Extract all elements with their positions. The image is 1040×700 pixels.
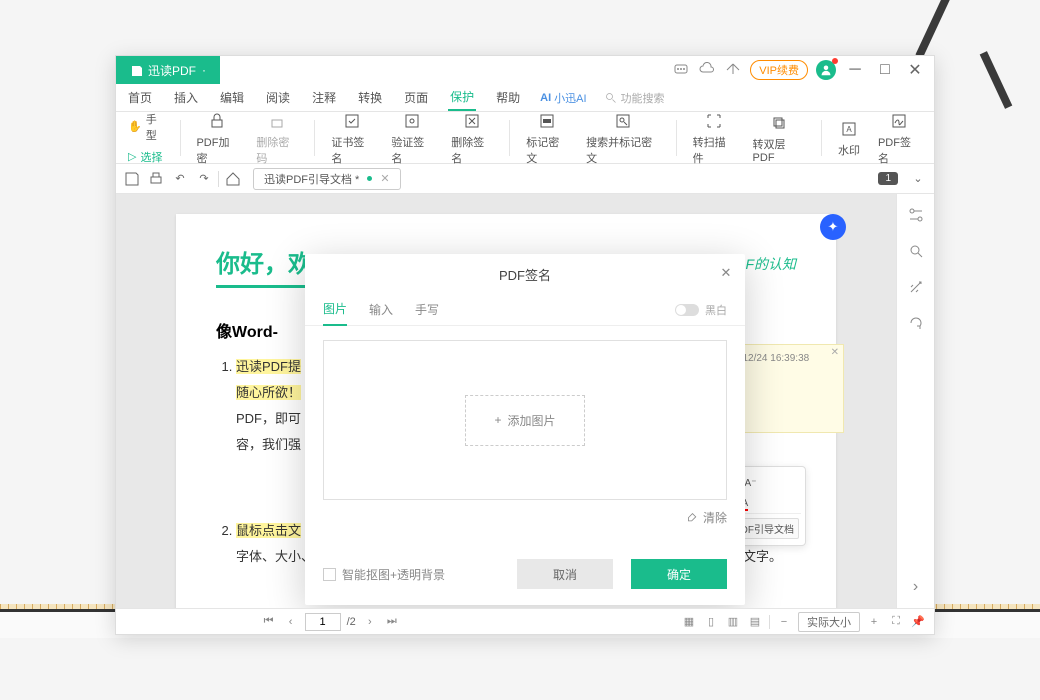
vip-button[interactable]: VIP续费: [750, 60, 808, 80]
cloud-icon[interactable]: [698, 61, 716, 79]
menu-protect[interactable]: 保护: [448, 84, 476, 111]
last-page-icon[interactable]: ⏭: [384, 614, 400, 630]
tool-cert-sign[interactable]: 证书签名: [325, 110, 379, 166]
first-page-icon[interactable]: ⏮: [261, 614, 277, 630]
modified-indicator: [367, 176, 372, 181]
app-name: 迅读PDF: [148, 62, 196, 79]
share-icon[interactable]: [724, 61, 742, 79]
tool-to-scan[interactable]: 转扫描件: [687, 110, 741, 166]
page-input[interactable]: [305, 613, 341, 631]
undo-icon[interactable]: ↶: [170, 169, 190, 189]
close-button[interactable]: ✕: [904, 59, 926, 81]
tool-verify-sign[interactable]: 验证签名: [385, 110, 439, 166]
save-icon[interactable]: [122, 169, 142, 189]
main-area: ✦ ✕ 024/12/24 16:39:38 你好，欢 PDF的认知 像Word…: [116, 194, 934, 608]
tool-encrypt[interactable]: PDF加密: [190, 110, 244, 166]
plus-icon: +: [494, 413, 501, 427]
menu-bar: 首页 插入 编辑 阅读 注释 转换 页面 保护 帮助 AI小迅AI 功能搜索: [116, 84, 934, 112]
status-bar: ⏮ ‹ /2 › ⏭ ▦ ▯ ▥ ▤ − 实际大小 + ⛶ 📌: [116, 608, 934, 634]
zoom-out-icon[interactable]: −: [776, 614, 792, 630]
tool-hand[interactable]: ✋手型: [124, 109, 170, 145]
tool-search-redact[interactable]: 搜索并标记密文: [580, 110, 665, 166]
tool-delete-sign[interactable]: 删除签名: [445, 110, 499, 166]
page-count-badge: 1: [878, 172, 898, 185]
svg-text:A: A: [846, 125, 852, 134]
menu-convert[interactable]: 转换: [356, 85, 384, 110]
confirm-button[interactable]: 确定: [631, 559, 727, 589]
ai-assistant-button[interactable]: AI小迅AI: [540, 90, 586, 106]
signature-modal: PDF签名 ✕ 图片 输入 手写 黑白 + 添加图片: [305, 254, 745, 605]
redo-icon[interactable]: ↷: [194, 169, 214, 189]
app-dropdown-icon: ·: [202, 63, 206, 77]
zoom-in-icon[interactable]: +: [866, 614, 882, 630]
menu-home[interactable]: 首页: [126, 85, 154, 110]
title-bar: 迅读PDF · VIP续费 ─ □ ✕: [116, 56, 934, 84]
app-title-tab[interactable]: 迅读PDF ·: [116, 56, 220, 84]
view-single-icon[interactable]: ▯: [703, 614, 719, 630]
clear-button[interactable]: 清除: [703, 509, 727, 526]
document-name: 迅读PDF引导文档 *: [264, 171, 359, 187]
app-logo-icon: [130, 64, 142, 76]
modal-title: PDF签名: [499, 265, 551, 284]
modal-close-button[interactable]: ✕: [717, 264, 735, 282]
view-cont-icon[interactable]: ▤: [747, 614, 763, 630]
tool-watermark[interactable]: A水印: [832, 118, 866, 158]
chat-icon[interactable]: [672, 61, 690, 79]
file-tab-bar: ↶ ↷ 迅读PDF引导文档 * ✕ 1 ⌄: [116, 164, 934, 194]
menu-read[interactable]: 阅读: [264, 85, 292, 110]
menu-insert[interactable]: 插入: [172, 85, 200, 110]
view-mode-icon[interactable]: ▦: [681, 614, 697, 630]
menu-annotate[interactable]: 注释: [310, 85, 338, 110]
tool-remove-password[interactable]: 删除密码: [250, 110, 304, 166]
tool-mark-redact[interactable]: 标记密文: [520, 110, 574, 166]
minimize-button[interactable]: ─: [844, 59, 866, 81]
page-total: /2: [347, 616, 356, 628]
tab-input[interactable]: 输入: [369, 294, 393, 326]
tool-double-layer[interactable]: 转双层PDF: [747, 112, 811, 164]
view-double-icon[interactable]: ▥: [725, 614, 741, 630]
menu-help[interactable]: 帮助: [494, 85, 522, 110]
document-tab[interactable]: 迅读PDF引导文档 * ✕: [253, 168, 401, 190]
close-tab-icon[interactable]: ✕: [380, 172, 389, 185]
tab-handwrite[interactable]: 手写: [415, 294, 439, 326]
fullscreen-icon[interactable]: ⛶: [888, 614, 904, 630]
ribbon-toolbar: ✋手型 ▷选择 PDF加密 删除密码 证书签名 验证签名 删除签名 标记密文 搜…: [116, 112, 934, 164]
menu-page[interactable]: 页面: [402, 85, 430, 110]
maximize-button[interactable]: □: [874, 59, 896, 81]
print-icon[interactable]: [146, 169, 166, 189]
modal-backdrop: PDF签名 ✕ 图片 输入 手写 黑白 + 添加图片: [116, 194, 934, 608]
menu-edit[interactable]: 编辑: [218, 85, 246, 110]
avatar[interactable]: [816, 60, 836, 80]
signature-canvas: + 添加图片: [323, 340, 727, 500]
feature-search[interactable]: 功能搜索: [605, 90, 665, 106]
app-window: 迅读PDF · VIP续费 ─ □ ✕ 首页 插入 编辑 阅读 注释 转换 页面…: [115, 55, 935, 635]
bw-toggle[interactable]: 黑白: [675, 302, 727, 318]
expand-icon[interactable]: ⌄: [908, 169, 928, 189]
home-icon[interactable]: [223, 169, 243, 189]
smart-cutout-checkbox[interactable]: 智能抠图+透明背景: [323, 566, 445, 583]
zoom-label[interactable]: 实际大小: [798, 612, 860, 632]
pin-icon[interactable]: 📌: [910, 614, 926, 630]
tab-image[interactable]: 图片: [323, 294, 347, 326]
prev-page-icon[interactable]: ‹: [283, 614, 299, 630]
tool-pdf-sign[interactable]: PDF签名: [872, 110, 926, 166]
next-page-icon[interactable]: ›: [362, 614, 378, 630]
add-image-button[interactable]: + 添加图片: [465, 395, 584, 446]
eraser-icon: [686, 508, 699, 527]
cancel-button[interactable]: 取消: [517, 559, 613, 589]
